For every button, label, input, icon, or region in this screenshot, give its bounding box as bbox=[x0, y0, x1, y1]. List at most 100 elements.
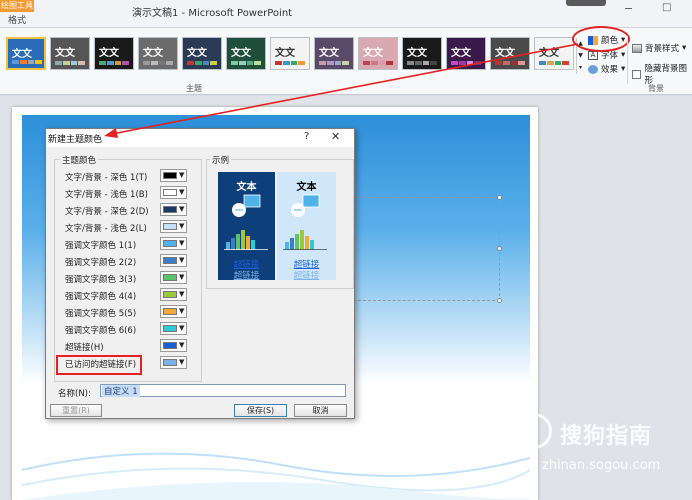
color-row-label: 超链接(H) bbox=[65, 343, 104, 353]
color-swatch bbox=[163, 342, 177, 349]
reset-button[interactable]: 重置(R) bbox=[50, 404, 102, 417]
theme-color-swatch bbox=[55, 61, 62, 65]
context-tab-drawing-tools[interactable]: 绘图工具 bbox=[0, 0, 34, 12]
theme-thumbnail[interactable]: 文文 bbox=[50, 37, 90, 70]
theme-color-swatch bbox=[194, 61, 202, 65]
theme-color-swatch bbox=[334, 61, 342, 65]
text-placeholder[interactable] bbox=[346, 195, 502, 303]
theme-thumbnail[interactable]: 文文 bbox=[226, 37, 266, 70]
theme-thumbnail[interactable]: 文文 bbox=[358, 37, 398, 70]
annotation-ellipse bbox=[572, 26, 630, 52]
minimize-button[interactable]: − bbox=[624, 2, 633, 15]
theme-thumbnail[interactable]: 文文 bbox=[94, 37, 134, 70]
new-theme-colors-dialog: 新建主题颜色 ? ✕ 主题颜色 文字/背景 - 深色 1(T) ▼ 文字/背景 - … bbox=[45, 128, 355, 419]
color-picker-dropdown[interactable]: ▼ bbox=[160, 339, 187, 352]
color-row-label: 强调文字颜色 5(5) bbox=[65, 309, 137, 319]
color-picker-dropdown[interactable]: ▼ bbox=[160, 271, 187, 284]
color-row-label: 文字/背景 - 浅色 1(B) bbox=[65, 190, 148, 200]
background-styles-button[interactable]: 背景样式 ▾ bbox=[632, 42, 686, 54]
color-row-label: 文字/背景 - 深色 1(T) bbox=[65, 173, 148, 183]
color-picker-dropdown[interactable]: ▼ bbox=[160, 237, 187, 250]
cancel-button[interactable]: 取消 bbox=[294, 404, 347, 417]
resize-handle[interactable] bbox=[497, 246, 502, 251]
theme-thumbnail[interactable]: 文文 bbox=[534, 37, 574, 70]
theme-thumbnail[interactable]: 文文 bbox=[402, 37, 442, 70]
chevron-down-icon: ▼ bbox=[179, 171, 185, 179]
theme-sample-text: 文文 bbox=[363, 48, 383, 59]
background-styles-label: 背景样式 bbox=[645, 44, 680, 54]
watermark-url: zhinan.sogou.com bbox=[542, 458, 661, 473]
theme-thumbnail[interactable]: 文文 bbox=[138, 37, 178, 70]
color-picker-dropdown[interactable]: ▼ bbox=[160, 305, 187, 318]
tab-format[interactable]: 格式 bbox=[0, 14, 34, 28]
theme-color-swatch bbox=[298, 61, 305, 65]
gallery-more-icon[interactable]: ▾ bbox=[577, 62, 584, 74]
color-row: 文字/背景 - 浅色 1(B) ▼ bbox=[65, 186, 205, 201]
color-row-label: 强调文字颜色 2(2) bbox=[65, 258, 137, 268]
theme-color-bar bbox=[231, 61, 261, 65]
theme-thumbnail[interactable]: 文文 bbox=[446, 37, 486, 70]
theme-colors-heading: 主题颜色 bbox=[60, 154, 99, 166]
color-swatch bbox=[163, 257, 177, 264]
theme-thumbnail[interactable]: 文文 bbox=[270, 37, 310, 70]
color-picker-dropdown[interactable]: ▼ bbox=[160, 203, 187, 216]
color-picker-dropdown[interactable]: ▼ bbox=[160, 169, 187, 182]
color-swatch bbox=[163, 240, 177, 247]
chevron-down-icon: ▼ bbox=[179, 290, 185, 298]
theme-color-swatch bbox=[238, 61, 246, 65]
chevron-down-icon: ▼ bbox=[179, 205, 185, 213]
theme-color-swatch bbox=[378, 61, 386, 65]
color-picker-dropdown[interactable]: ▼ bbox=[160, 288, 187, 301]
watermark-brand: 搜狗指南 bbox=[560, 424, 653, 449]
effects-button[interactable]: 效果 ▾ bbox=[588, 63, 625, 75]
group-label-background: 背景 bbox=[648, 84, 664, 93]
theme-color-swatch bbox=[114, 61, 122, 65]
theme-color-swatch bbox=[12, 60, 19, 64]
chevron-down-icon: ▼ bbox=[179, 273, 185, 281]
theme-sample-text: 文文 bbox=[143, 48, 163, 59]
theme-thumbnail[interactable]: 文文 bbox=[182, 37, 222, 70]
sample-light-preview: 文本 超链接 超链接 bbox=[277, 172, 336, 281]
theme-thumbnail[interactable]: 文文 bbox=[6, 37, 46, 70]
maximize-button[interactable]: □ bbox=[662, 2, 671, 13]
theme-thumbnail[interactable]: 文文 bbox=[490, 37, 530, 70]
name-input-value[interactable]: 自定义 1 bbox=[102, 385, 140, 397]
theme-sample-text: 文文 bbox=[451, 48, 471, 59]
save-button[interactable]: 保存(S) bbox=[234, 404, 287, 417]
color-picker-dropdown[interactable]: ▼ bbox=[160, 356, 187, 369]
theme-color-swatch bbox=[539, 61, 546, 65]
color-picker-dropdown[interactable]: ▼ bbox=[160, 186, 187, 199]
color-picker-dropdown[interactable]: ▼ bbox=[160, 254, 187, 267]
theme-color-swatch bbox=[290, 61, 298, 65]
scroll-down-icon[interactable]: ▼ bbox=[577, 50, 584, 62]
effects-icon bbox=[588, 64, 598, 74]
color-row-label: 强调文字颜色 1(1) bbox=[65, 241, 137, 251]
color-picker-dropdown[interactable]: ▼ bbox=[160, 220, 187, 233]
help-button[interactable]: ? bbox=[304, 131, 309, 142]
color-swatch bbox=[163, 325, 177, 332]
sample-shapes-icon bbox=[291, 194, 320, 217]
theme-color-swatch bbox=[231, 61, 238, 65]
resize-handle[interactable] bbox=[497, 298, 502, 303]
theme-color-swatch bbox=[502, 61, 510, 65]
group-label-themes: 主题 bbox=[186, 84, 202, 93]
theme-color-swatch bbox=[546, 61, 554, 65]
chevron-down-icon: ▼ bbox=[179, 324, 185, 332]
theme-color-swatch bbox=[510, 61, 518, 65]
color-swatch bbox=[163, 308, 177, 315]
close-icon[interactable]: ✕ bbox=[331, 130, 340, 143]
theme-color-swatch bbox=[99, 61, 106, 65]
resize-handle[interactable] bbox=[497, 195, 502, 200]
sample-visited-link: 超链接 bbox=[293, 271, 320, 281]
theme-color-swatch bbox=[518, 61, 525, 65]
theme-color-swatch bbox=[158, 61, 166, 65]
hide-background-checkbox[interactable] bbox=[632, 69, 642, 79]
group-separator bbox=[627, 36, 628, 84]
color-row: 强调文字颜色 4(4) ▼ bbox=[65, 288, 205, 303]
chevron-down-icon: ▾ bbox=[621, 64, 626, 74]
theme-thumbnail[interactable]: 文文 bbox=[314, 37, 354, 70]
theme-color-bar bbox=[187, 61, 217, 65]
theme-color-bar bbox=[99, 61, 129, 65]
color-picker-dropdown[interactable]: ▼ bbox=[160, 322, 187, 335]
theme-color-swatch bbox=[458, 61, 466, 65]
